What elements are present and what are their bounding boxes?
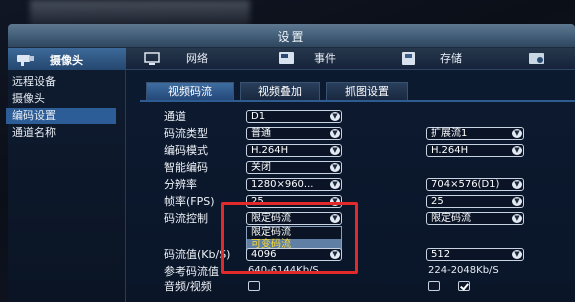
select-stream-type-sub-value: 扩展流1 bbox=[431, 128, 468, 139]
chevron-down-icon: ▼ bbox=[330, 146, 340, 155]
nav-event[interactable]: 事件 bbox=[314, 51, 336, 67]
chevron-down-icon: ▼ bbox=[512, 214, 522, 223]
select-frame-rate-sub-value: 25 bbox=[431, 196, 444, 207]
label-resolution: 分辨率 bbox=[164, 178, 197, 191]
sidebar-header[interactable]: 摄像头 bbox=[8, 48, 126, 70]
select-channel-value: D1 bbox=[251, 111, 266, 122]
window-title: 设置 bbox=[277, 30, 306, 44]
label-encode-mode: 编码模式 bbox=[164, 144, 208, 157]
sidebar-item-remote-device[interactable]: 远程设备 bbox=[6, 74, 116, 90]
reference-bitrate-sub: 224-2048Kb/S bbox=[428, 265, 499, 276]
select-encode-mode-sub[interactable]: H.264H ▼ bbox=[426, 144, 524, 157]
label-audio-video: 音频/视频 bbox=[164, 280, 212, 293]
label-channel: 通道 bbox=[164, 110, 186, 123]
chevron-down-icon: ▼ bbox=[512, 129, 522, 138]
chevron-down-icon: ▼ bbox=[330, 112, 340, 121]
select-smart-codec-value: 关闭 bbox=[251, 162, 271, 173]
annotation-highlight-box bbox=[221, 202, 358, 274]
select-stream-type-main[interactable]: 普通 ▼ bbox=[246, 127, 342, 140]
select-frame-rate-sub[interactable]: 25 ▼ bbox=[426, 195, 524, 208]
event-icon bbox=[279, 52, 294, 64]
sidebar-item-camera[interactable]: 摄像头 bbox=[6, 91, 116, 107]
label-bitrate-control: 码流控制 bbox=[164, 212, 208, 225]
label-frame-rate: 帧率(FPS) bbox=[164, 195, 215, 208]
select-stream-type-main-value: 普通 bbox=[251, 128, 271, 139]
select-resolution-main[interactable]: 1280×960... ▼ bbox=[246, 178, 342, 191]
select-resolution-sub[interactable]: 704×576(D1) ▼ bbox=[426, 178, 524, 191]
label-stream-type: 码流类型 bbox=[164, 127, 208, 140]
checkbox-audio-sub[interactable] bbox=[428, 281, 440, 291]
select-channel[interactable]: D1 ▼ bbox=[246, 110, 342, 123]
chevron-down-icon: ▼ bbox=[512, 146, 522, 155]
select-encode-mode-main[interactable]: H.264H ▼ bbox=[246, 144, 342, 157]
system-icon bbox=[529, 53, 544, 64]
checkbox-video-sub[interactable] bbox=[458, 281, 470, 291]
storage-icon bbox=[402, 52, 415, 65]
label-smart-codec: 智能编码 bbox=[164, 161, 208, 174]
tab-video-overlay[interactable]: 视频叠加 bbox=[240, 82, 320, 100]
chevron-down-icon: ▼ bbox=[512, 197, 522, 206]
tab-snapshot-settings[interactable]: 抓图设置 bbox=[326, 82, 408, 100]
select-resolution-sub-value: 704×576(D1) bbox=[431, 179, 500, 190]
network-icon bbox=[144, 52, 160, 65]
sidebar-header-label: 摄像头 bbox=[50, 54, 83, 67]
sidebar-item-encode-settings[interactable]: 编码设置 bbox=[6, 108, 116, 124]
nav-network[interactable]: 网络 bbox=[186, 51, 208, 67]
checkbox-audio-video-main[interactable] bbox=[248, 281, 260, 291]
select-stream-type-sub[interactable]: 扩展流1 ▼ bbox=[426, 127, 524, 140]
chevron-down-icon: ▼ bbox=[330, 163, 340, 172]
tab-video-stream[interactable]: 视频码流 bbox=[146, 82, 234, 100]
chevron-down-icon: ▼ bbox=[512, 250, 522, 259]
chevron-down-icon: ▼ bbox=[330, 180, 340, 189]
select-bitrate-control-sub-value: 限定码流 bbox=[431, 213, 471, 224]
select-smart-codec[interactable]: 关闭 ▼ bbox=[246, 161, 342, 174]
window-titlebar: 设置 bbox=[8, 24, 575, 48]
chevron-down-icon: ▼ bbox=[512, 180, 522, 189]
chevron-down-icon: ▼ bbox=[330, 129, 340, 138]
camera-icon bbox=[17, 55, 34, 66]
select-resolution-main-value: 1280×960... bbox=[251, 179, 314, 190]
select-encode-mode-sub-value: H.264H bbox=[431, 145, 469, 156]
select-bitrate-value-sub[interactable]: 512 ▼ bbox=[426, 248, 524, 261]
nav-storage[interactable]: 存储 bbox=[440, 51, 462, 67]
select-bitrate-value-sub-value: 512 bbox=[431, 249, 451, 260]
select-bitrate-control-sub[interactable]: 限定码流 ▼ bbox=[426, 212, 524, 225]
sidebar-item-channel-name[interactable]: 通道名称 bbox=[6, 125, 116, 141]
select-encode-mode-main-value: H.264H bbox=[251, 145, 289, 156]
tab-underline bbox=[140, 100, 575, 102]
label-reference-bitrate: 参考码流值 bbox=[164, 265, 219, 278]
